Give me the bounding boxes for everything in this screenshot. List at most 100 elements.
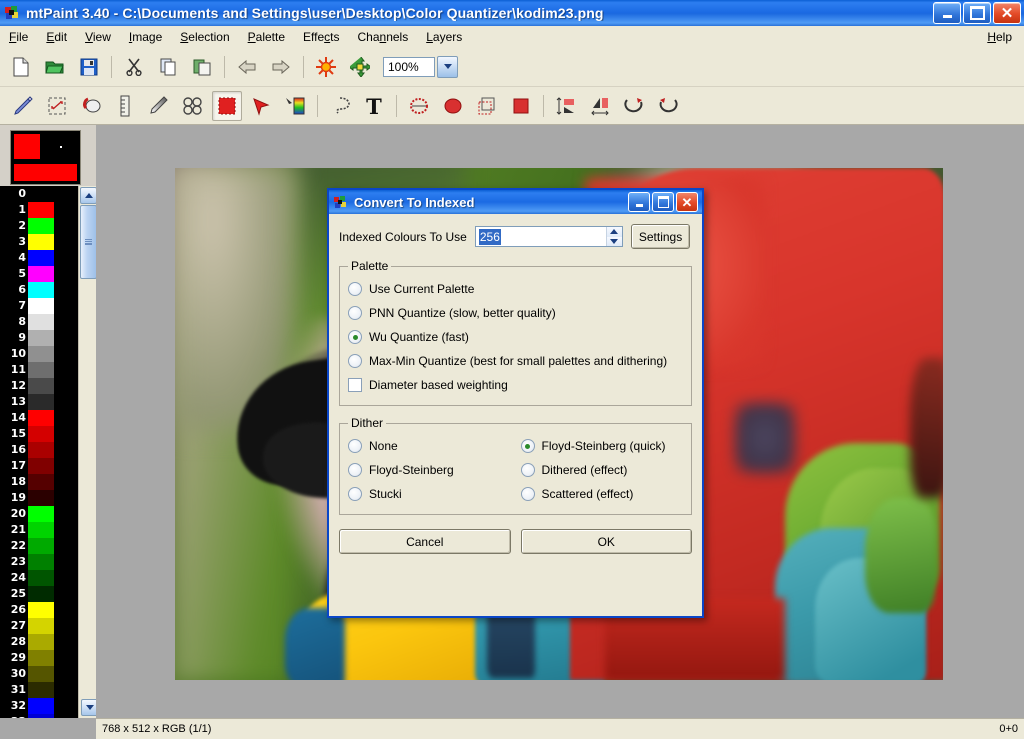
palette-color-swatch[interactable]	[28, 250, 54, 266]
palette-color-swatch[interactable]	[28, 538, 54, 554]
palette-color-swatch[interactable]	[28, 330, 54, 346]
radio-max-min-quantize[interactable]: Max-Min Quantize (best for small palette…	[348, 349, 683, 373]
palette-entry[interactable]: 19	[0, 490, 78, 506]
clone-icon[interactable]	[178, 91, 208, 121]
radio-dither-floyd-steinberg[interactable]: Floyd-Steinberg	[348, 458, 511, 482]
palette-entry[interactable]: 22	[0, 538, 78, 554]
polygon-selection-icon[interactable]	[246, 91, 276, 121]
palette-entry[interactable]: 5	[0, 266, 78, 282]
palette-color-swatch[interactable]	[28, 426, 54, 442]
radio-pnn-quantize[interactable]: PNN Quantize (slow, better quality)	[348, 301, 683, 325]
palette-entry[interactable]: 1	[0, 202, 78, 218]
menu-file[interactable]: File	[0, 28, 37, 46]
radio-dither-dithered-effect[interactable]: Dithered (effect)	[520, 458, 684, 482]
dialog-minimize-button[interactable]	[628, 192, 650, 212]
flood-fill-icon[interactable]	[76, 91, 106, 121]
palette-color-swatch[interactable]	[28, 186, 54, 202]
background-color[interactable]	[14, 164, 77, 181]
menu-layers[interactable]: Layers	[417, 28, 471, 46]
radio-dither-stucki[interactable]: Stucki	[348, 482, 511, 506]
palette-list[interactable]: 0 1 2 3 4 5 6 7 8 9 10 11 12 13 14 15 16 17 18 19 20 21 22 23 24…	[0, 186, 78, 718]
lasso-selection-icon[interactable]	[325, 91, 355, 121]
palette-color-swatch[interactable]	[28, 346, 54, 362]
palette-entry[interactable]: 20	[0, 506, 78, 522]
scroll-up-button[interactable]	[80, 187, 97, 204]
palette-color-swatch[interactable]	[28, 362, 54, 378]
palette-entry[interactable]: 9	[0, 330, 78, 346]
new-file-icon[interactable]	[6, 52, 36, 82]
spinner-up-button[interactable]	[606, 227, 622, 237]
palette-color-swatch[interactable]	[28, 202, 54, 218]
foreground-color[interactable]	[14, 134, 40, 159]
palette-entry[interactable]: 28	[0, 634, 78, 650]
paste-text-icon[interactable]: T	[359, 91, 389, 121]
radio-wu-quantize[interactable]: Wu Quantize (fast)	[348, 325, 683, 349]
brightness-icon[interactable]	[311, 52, 341, 82]
palette-entry[interactable]: 13	[0, 394, 78, 410]
palette-entry[interactable]: 26	[0, 602, 78, 618]
menu-selection[interactable]: Selection	[171, 28, 238, 46]
palette-entry[interactable]: 12	[0, 378, 78, 394]
palette-entry[interactable]: 24	[0, 570, 78, 586]
palette-entry[interactable]: 3	[0, 234, 78, 250]
scrollbar-thumb[interactable]	[80, 205, 97, 279]
menu-channels[interactable]: Channels	[349, 28, 418, 46]
palette-entry[interactable]: 27	[0, 618, 78, 634]
indexed-colours-input[interactable]: 256	[476, 227, 606, 246]
palette-entry[interactable]: 32	[0, 698, 78, 714]
paste-icon[interactable]	[187, 52, 217, 82]
zoom-dropdown-button[interactable]	[437, 55, 458, 78]
palette-color-swatch[interactable]	[28, 506, 54, 522]
place-gradient-icon[interactable]	[280, 91, 310, 121]
palette-color-swatch[interactable]	[28, 394, 54, 410]
shuffle-icon[interactable]	[42, 91, 72, 121]
palette-entry[interactable]: 17	[0, 458, 78, 474]
palette-color-swatch[interactable]	[28, 650, 54, 666]
radio-use-current-palette[interactable]: Use Current Palette	[348, 277, 683, 301]
color-ab-swatch[interactable]	[10, 130, 81, 185]
settings-button[interactable]: Settings	[630, 224, 691, 249]
palette-color-swatch[interactable]	[28, 490, 54, 506]
palette-color-swatch[interactable]	[28, 586, 54, 602]
paint-brush-icon[interactable]	[8, 91, 38, 121]
palette-entry[interactable]: 21	[0, 522, 78, 538]
palette-entry[interactable]: 29	[0, 650, 78, 666]
cancel-button[interactable]: Cancel	[339, 529, 511, 554]
redo-arrow-icon[interactable]	[266, 52, 296, 82]
palette-color-swatch[interactable]	[28, 554, 54, 570]
palette-entry[interactable]: 10	[0, 346, 78, 362]
menu-edit[interactable]: Edit	[37, 28, 76, 46]
palette-color-swatch[interactable]	[28, 458, 54, 474]
palette-entry[interactable]: 31	[0, 682, 78, 698]
filled-ellipse-icon[interactable]	[438, 91, 468, 121]
open-file-icon[interactable]	[40, 52, 70, 82]
palette-color-swatch[interactable]	[28, 634, 54, 650]
palette-color-swatch[interactable]	[28, 666, 54, 682]
palette-color-swatch[interactable]	[28, 698, 54, 714]
palette-entry[interactable]: 4	[0, 250, 78, 266]
palette-entry[interactable]: 25	[0, 586, 78, 602]
palette-entry[interactable]: 0	[0, 186, 78, 202]
save-file-icon[interactable]	[74, 52, 104, 82]
menu-palette[interactable]: Palette	[239, 28, 294, 46]
palette-color-swatch[interactable]	[28, 618, 54, 634]
palette-entry[interactable]: 6	[0, 282, 78, 298]
menu-image[interactable]: Image	[120, 28, 171, 46]
palette-color-swatch[interactable]	[28, 682, 54, 698]
palette-entry[interactable]: 16	[0, 442, 78, 458]
menu-view[interactable]: View	[76, 28, 120, 46]
menu-effects[interactable]: Effects	[294, 28, 348, 46]
straight-line-icon[interactable]	[110, 91, 140, 121]
fill-selection-icon[interactable]	[506, 91, 536, 121]
palette-entry[interactable]: 2	[0, 218, 78, 234]
palette-color-swatch[interactable]	[28, 378, 54, 394]
palette-color-swatch[interactable]	[28, 314, 54, 330]
undo-arrow-icon[interactable]	[232, 52, 262, 82]
palette-entry[interactable]: 7	[0, 298, 78, 314]
palette-color-swatch[interactable]	[28, 442, 54, 458]
restore-button[interactable]	[963, 2, 991, 24]
ellipse-outline-icon[interactable]	[404, 91, 434, 121]
pan-icon[interactable]	[345, 52, 375, 82]
palette-color-swatch[interactable]	[28, 522, 54, 538]
radio-dither-none[interactable]: None	[348, 434, 511, 458]
